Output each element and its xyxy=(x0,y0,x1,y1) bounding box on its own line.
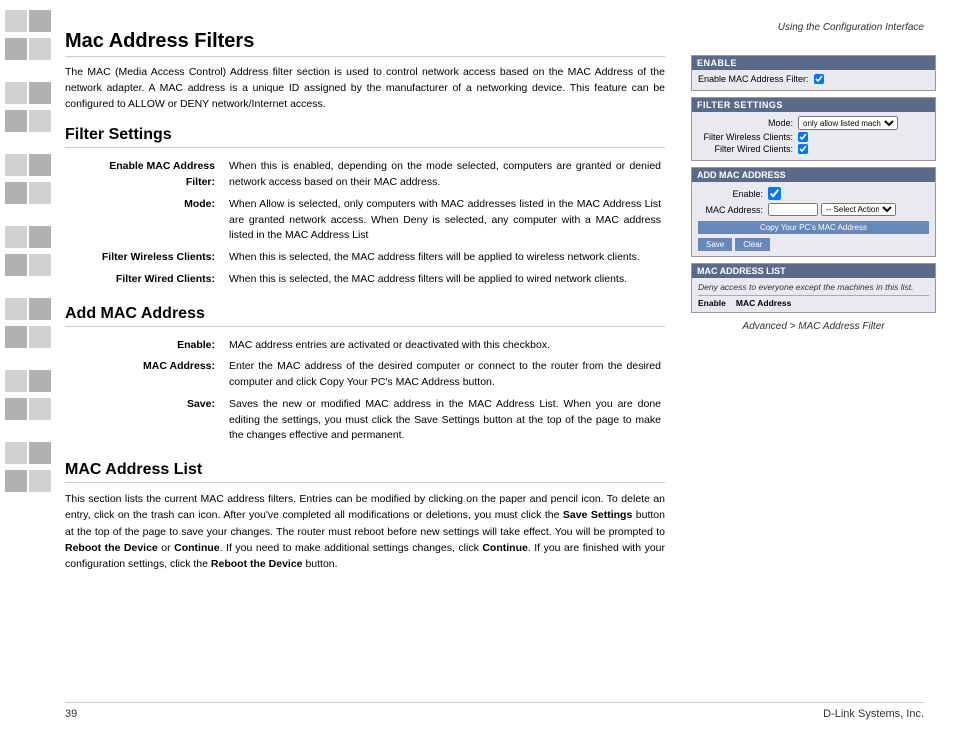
filter-wired-checkbox[interactable] xyxy=(798,144,808,154)
filter-settings-panel-header: FILTER SETTINGS xyxy=(692,98,935,112)
table-row: Enable MAC AddressFilter: When this is e… xyxy=(65,156,665,194)
right-panel: ENABLE Enable MAC Address Filter: FILTER… xyxy=(691,55,936,332)
row-desc: Enter the MAC address of the desired com… xyxy=(225,356,665,394)
mac-list-panel-body: Deny access to everyone except the machi… xyxy=(692,278,935,312)
header-top-right: Using the Configuration Interface xyxy=(778,22,924,33)
mac-list-title: MAC Address List xyxy=(65,461,665,483)
main-title: Mac Address Filters xyxy=(65,30,665,57)
save-button[interactable]: Save xyxy=(698,238,732,251)
add-mac-table: Enable: MAC address entries are activate… xyxy=(65,335,665,448)
left-decoration xyxy=(0,0,60,738)
panel-caption: Advanced > MAC Address Filter xyxy=(691,321,936,332)
row-desc: When this is enabled, depending on the m… xyxy=(225,156,665,194)
add-mac-enable-row: Enable: xyxy=(698,187,929,200)
filter-wireless-label: Filter Wireless Clients: xyxy=(698,132,798,142)
table-row: Filter Wireless Clients: When this is se… xyxy=(65,247,665,269)
add-mac-panel-header: ADD MAC ADDRESS xyxy=(692,168,935,182)
filter-settings-title: Filter Settings xyxy=(65,126,665,148)
table-row: Enable: MAC address entries are activate… xyxy=(65,335,665,357)
footer: 39 D-Link Systems, Inc. xyxy=(65,702,924,720)
main-content: Mac Address Filters The MAC (Media Acces… xyxy=(65,30,665,582)
copy-mac-button[interactable]: Copy Your PC's MAC Address xyxy=(698,221,929,234)
table-row: Filter Wired Clients: When this is selec… xyxy=(65,269,665,291)
enable-mac-row: Enable MAC Address Filter: xyxy=(698,74,929,84)
row-label: Filter Wireless Clients: xyxy=(65,247,225,269)
add-mac-enable-checkbox[interactable] xyxy=(768,187,781,200)
table-row: MAC Address: Enter the MAC address of th… xyxy=(65,356,665,394)
filter-settings-table: Enable MAC AddressFilter: When this is e… xyxy=(65,156,665,290)
row-desc: When this is selected, the MAC address f… xyxy=(225,269,665,291)
enable-panel-header: ENABLE xyxy=(692,56,935,70)
row-label: MAC Address: xyxy=(65,356,225,394)
mac-list-body-text: This section lists the current MAC addre… xyxy=(65,491,665,572)
filter-wireless-checkbox[interactable] xyxy=(798,132,808,142)
intro-text: The MAC (Media Access Control) Address f… xyxy=(65,65,665,112)
row-desc: When Allow is selected, only computers w… xyxy=(225,194,665,247)
page-number: 39 xyxy=(65,708,77,720)
filter-wired-label: Filter Wired Clients: xyxy=(698,144,798,154)
filter-wireless-row: Filter Wireless Clients: xyxy=(698,132,929,142)
save-clear-group: Save Clear xyxy=(698,238,929,251)
mac-action-select[interactable]: -- Select Action -- xyxy=(821,203,896,216)
add-mac-panel-body: Enable: MAC Address: -- Select Action --… xyxy=(692,182,935,256)
mac-list-columns: Enable MAC Address xyxy=(698,295,929,308)
add-mac-panel: ADD MAC ADDRESS Enable: MAC Address: -- … xyxy=(691,167,936,257)
enable-panel: ENABLE Enable MAC Address Filter: xyxy=(691,55,936,91)
row-label: Enable: xyxy=(65,335,225,357)
row-label: Save: xyxy=(65,394,225,447)
mac-list-panel: MAC ADDRESS LIST Deny access to everyone… xyxy=(691,263,936,313)
mac-list-col-address: MAC Address xyxy=(736,298,791,308)
filter-settings-panel: FILTER SETTINGS Mode: only allow listed … xyxy=(691,97,936,161)
company-name: D-Link Systems, Inc. xyxy=(823,708,924,720)
filter-wired-row: Filter Wired Clients: xyxy=(698,144,929,154)
add-mac-title: Add MAC Address xyxy=(65,305,665,327)
mac-list-col-enable: Enable xyxy=(698,298,726,308)
table-row: Mode: When Allow is selected, only compu… xyxy=(65,194,665,247)
row-desc: When this is selected, the MAC address f… xyxy=(225,247,665,269)
enable-mac-checkbox[interactable] xyxy=(814,74,824,84)
add-mac-address-label: MAC Address: xyxy=(698,205,768,215)
row-desc: Saves the new or modified MAC address in… xyxy=(225,394,665,447)
clear-button[interactable]: Clear xyxy=(735,238,770,251)
enable-panel-body: Enable MAC Address Filter: xyxy=(692,70,935,90)
add-mac-enable-label: Enable: xyxy=(698,189,768,199)
mac-list-panel-header: MAC ADDRESS LIST xyxy=(692,264,935,278)
filter-settings-panel-body: Mode: only allow listed machines only de… xyxy=(692,112,935,160)
mode-select[interactable]: only allow listed machines only deny lis… xyxy=(798,116,898,130)
mac-address-input[interactable] xyxy=(768,203,818,216)
row-label: Enable MAC AddressFilter: xyxy=(65,156,225,194)
add-mac-address-row: MAC Address: -- Select Action -- xyxy=(698,203,929,216)
row-label: Filter Wired Clients: xyxy=(65,269,225,291)
enable-mac-label: Enable MAC Address Filter: xyxy=(698,74,814,84)
mode-row: Mode: only allow listed machines only de… xyxy=(698,116,929,130)
row-label: Mode: xyxy=(65,194,225,247)
mode-label: Mode: xyxy=(698,118,798,128)
table-row: Save: Saves the new or modified MAC addr… xyxy=(65,394,665,447)
row-desc: MAC address entries are activated or dea… xyxy=(225,335,665,357)
mac-list-desc: Deny access to everyone except the machi… xyxy=(698,282,929,292)
